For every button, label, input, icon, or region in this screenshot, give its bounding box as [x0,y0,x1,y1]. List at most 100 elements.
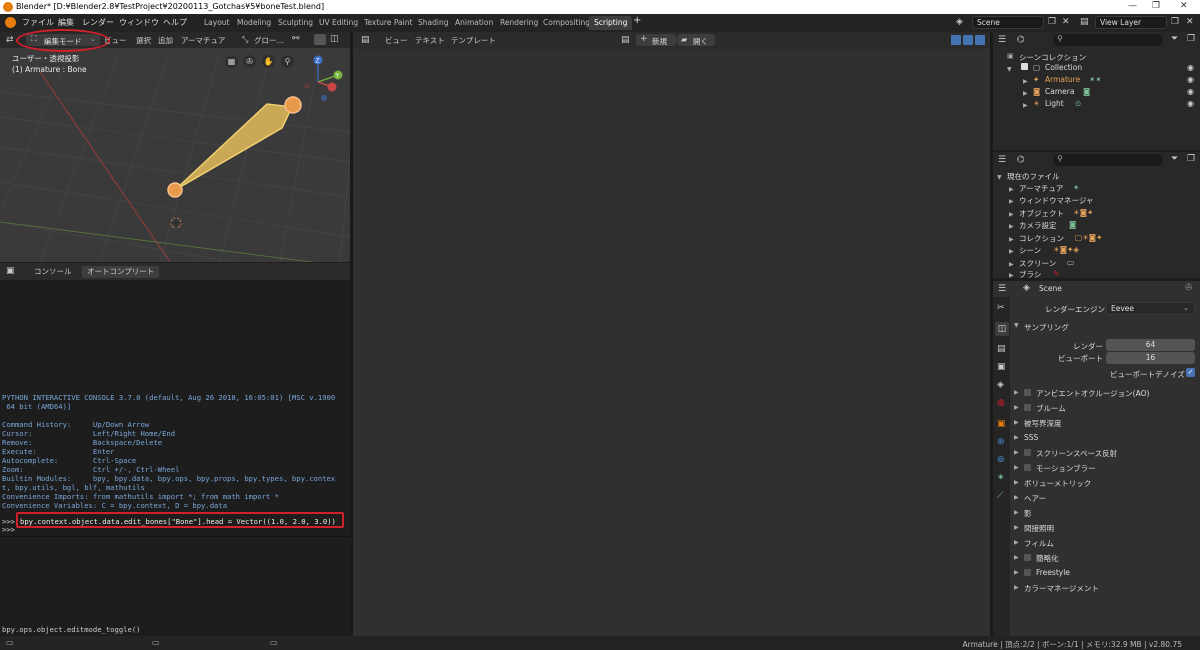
expand-triangle-icon[interactable]: ▶ [1023,90,1028,97]
tab-rendering[interactable]: Rendering [495,16,543,30]
proportional-edit-icon[interactable]: ◫ [330,34,339,44]
visibility-eye-icon[interactable]: ◉ [1187,99,1194,108]
menu-text-view[interactable]: ビュー [385,35,408,47]
minimize-icon[interactable]: — [1128,1,1137,11]
tab-uv-editing[interactable]: UV Editing [314,16,363,30]
text-datablock-icon[interactable]: ▤ [621,35,630,45]
tab-shading[interactable]: Shading [413,16,453,30]
outliner[interactable]: ☰ ⌬ ⚲ ⏷ ❐ ▣ シーンコレクション ▼ ▢ Collection ◉ ▶… [993,32,1200,150]
expand-triangle-icon[interactable]: ▼ [997,174,1002,181]
file-item[interactable]: カメラ設定 [1019,220,1057,231]
syntax-highlight-icon[interactable] [975,35,985,45]
panel-enable-checkbox[interactable] [1024,389,1031,396]
display-mode-icon[interactable]: ⌬ [1017,35,1025,45]
line-numbers-icon[interactable] [951,35,961,45]
outliner-search-input[interactable]: ⚲ [1053,34,1163,46]
panel-enable-checkbox[interactable] [1024,449,1031,456]
scene-field[interactable]: Scene [972,16,1044,29]
outliner-item-armature[interactable]: Armature [1045,75,1080,84]
close-icon[interactable]: ✕ [1180,1,1188,11]
panel-enable-checkbox[interactable] [1024,554,1031,561]
pan-hand-icon[interactable]: ✋ [262,55,275,68]
text-editor-type-icon[interactable]: ▤ [361,35,370,45]
world-tab-icon[interactable]: ◍ [997,398,1005,408]
filter-icon[interactable]: ⏷ [1171,154,1178,164]
tab-autocomplete[interactable]: オートコンプリート [82,266,160,278]
outliner-editor-icon[interactable]: ☰ [998,155,1006,165]
word-wrap-icon[interactable] [963,35,973,45]
menu-edit[interactable]: 編集 [58,17,74,28]
expand-triangle-icon[interactable]: ▶ [1023,102,1028,109]
render-engine-dropdown[interactable]: Eevee ⌄ [1106,302,1195,315]
output-tab-icon[interactable]: ▤ [997,344,1006,354]
menu-templates[interactable]: テンプレート [451,35,496,47]
visibility-eye-icon[interactable]: ◉ [1187,87,1194,96]
render-samples-field[interactable]: 64 [1106,339,1195,351]
delete-view-layer-icon[interactable]: ✕ [1186,17,1194,27]
3d-viewport[interactable]: ユーザー・透視投影 (1) Armature : Bone ▦ ✇ ✋ ⚲ Z … [0,32,350,262]
tab-layout[interactable]: Layout [199,16,235,30]
file-item[interactable]: スクリーン [1019,258,1056,269]
console-editor-icon[interactable]: ▣ [6,266,15,276]
transform-orientation[interactable]: グロー... [254,35,284,47]
tool-tab-icon[interactable]: ✂ [997,303,1005,313]
outliner-item-camera[interactable]: Camera [1045,87,1074,96]
menu-text[interactable]: テキスト [415,35,445,47]
blender-file-outliner[interactable]: ☰ ⌬ ⚲ ⏷ ❐ ▼ 現在のファイル ▶ アーマチュア ✶ ▶ ウィンドウマネ… [993,152,1200,280]
collection-label[interactable]: Collection [1045,63,1082,72]
restore-icon[interactable]: ❐ [1152,1,1160,11]
bone-tab-icon[interactable]: ⟋ [997,491,1003,501]
menu-help[interactable]: ヘルプ [163,17,187,28]
file-item[interactable]: シーン [1019,245,1041,256]
python-console[interactable]: PYTHON INTERACTIVE CONSOLE 3.7.0 (defaul… [0,263,350,535]
visibility-eye-icon[interactable]: ◉ [1187,63,1194,72]
transform-orientation-icon[interactable]: ⤡ [242,35,248,45]
tab-modeling[interactable]: Modeling [232,16,276,30]
add-workspace-icon[interactable]: + [633,15,641,26]
text-editor[interactable] [353,32,990,636]
menu-file[interactable]: ファイル [22,17,54,28]
expand-triangle-icon[interactable]: ▼ [1007,66,1012,73]
menu-window[interactable]: ウィンドウ [119,17,159,28]
file-item[interactable]: コレクション [1019,233,1064,244]
tab-sculpting[interactable]: Sculpting [273,16,318,30]
new-scene-icon[interactable]: ❐ [1048,17,1056,27]
menu-armature[interactable]: アーマチュア [181,35,225,47]
scene-icon[interactable]: ◈ [956,17,963,27]
outliner-editor-icon[interactable]: ☰ [998,35,1006,45]
panel-enable-checkbox[interactable] [1024,404,1031,411]
menu-render[interactable]: レンダー [82,17,114,28]
armature-tab-icon[interactable]: ✶ [997,473,1005,483]
view-layer-tab-icon[interactable]: ▣ [997,362,1006,372]
tab-console[interactable]: コンソール [34,266,72,278]
scene-tab-icon[interactable]: ◈ [997,380,1004,390]
render-tab-icon[interactable]: ◫ [995,322,1009,336]
pin-icon[interactable]: ✇ [1185,283,1193,293]
blender-menu-icon[interactable] [5,17,16,28]
object-tab-icon[interactable]: ▣ [997,419,1006,429]
menu-view[interactable]: ビュー [104,35,127,47]
tab-texture-paint[interactable]: Texture Paint [359,16,417,30]
view-layer-field[interactable]: View Layer [1095,16,1167,29]
constraint-tab-icon[interactable]: ⊛ [997,437,1005,447]
outliner-item-light[interactable]: Light [1045,99,1064,108]
collection-checkbox[interactable] [1021,63,1028,70]
file-search-input[interactable]: ⚲ [1053,154,1163,166]
menu-select[interactable]: 選択 [136,35,151,47]
tab-animation[interactable]: Animation [450,16,498,30]
panel-enable-checkbox[interactable] [1024,464,1031,471]
menu-add[interactable]: 追加 [158,35,173,47]
tab-scripting[interactable]: Scripting [589,16,633,30]
file-item[interactable]: ブラシ [1019,269,1041,280]
info-editor[interactable]: bpy.ops.object.editmode_toggle() [0,536,350,636]
snap-icon[interactable] [314,34,326,45]
delete-scene-icon[interactable]: ✕ [1062,17,1070,27]
panel-enable-checkbox[interactable] [1024,569,1031,576]
filter-icon[interactable]: ⏷ [1171,34,1178,44]
new-view-layer-icon[interactable]: ❐ [1171,17,1179,27]
viewport-denoise-checkbox[interactable]: ✓ [1186,368,1195,377]
file-item[interactable]: ウィンドウマネージャ [1019,195,1093,206]
pivot-icon[interactable]: ⚯ [292,34,300,44]
navigation-gizmo[interactable]: Z Y [302,54,350,104]
visibility-eye-icon[interactable]: ◉ [1187,75,1194,84]
